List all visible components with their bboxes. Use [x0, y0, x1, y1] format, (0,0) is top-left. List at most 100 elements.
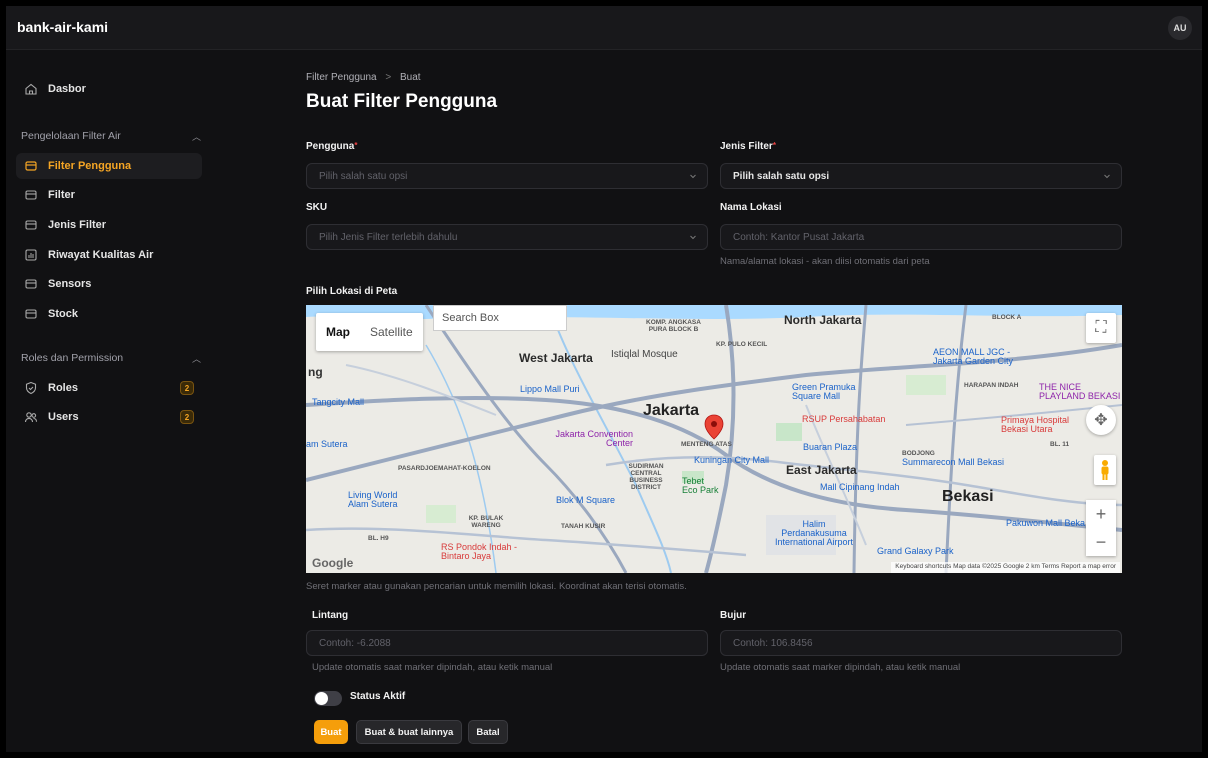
map-label-istiqlal: Istiqlal Mosque: [611, 349, 678, 360]
sidebar-item-roles[interactable]: Roles 2: [16, 375, 202, 401]
nama-lokasi-hint: Nama/alamat lokasi - akan diisi otomatis…: [720, 256, 930, 267]
sidebar-item-label: Users: [48, 411, 79, 423]
map-label-bekasi: Bekasi: [942, 488, 994, 505]
map-hint: Seret marker atau gunakan pencarian untu…: [306, 581, 687, 592]
map-label-pondok-indah: RS Pondok Indah - Bintaro Jaya: [441, 542, 518, 561]
map-label-west-jakarta: West Jakarta: [519, 351, 593, 365]
status-aktif-toggle[interactable]: [314, 691, 342, 706]
bar-chart-icon: [24, 248, 38, 262]
map-label-komp: KOMP. ANGKASA PURA BLOCK B: [646, 319, 701, 333]
count-badge: 2: [180, 381, 194, 395]
pegman-icon[interactable]: [1094, 455, 1116, 485]
shield-check-icon: [24, 381, 38, 395]
map-label-kp-pulo: KP. PULO KECIL: [716, 341, 768, 348]
camera-control-icon[interactable]: ✥: [1086, 405, 1116, 435]
sidebar-item-filter[interactable]: Filter: [16, 182, 202, 208]
nama-lokasi-label: Nama Lokasi: [720, 202, 782, 213]
location-map[interactable]: Jakarta North Jakarta West Jakarta East …: [306, 305, 1122, 573]
chevron-up-icon: ︿: [191, 132, 201, 142]
map-label-harapan: HARAPAN INDAH: [964, 382, 1019, 389]
sidebar-item-label: Stock: [48, 308, 78, 320]
map-label-halim: Halim Perdanakusuma International Airpor…: [774, 519, 854, 547]
map-search-input[interactable]: Search Box: [433, 305, 567, 331]
chevron-down-icon: [690, 174, 696, 179]
zoom-out-icon[interactable]: −: [1086, 528, 1116, 556]
count-badge: 2: [180, 410, 194, 424]
map-label-east-jakarta: East Jakarta: [786, 463, 857, 477]
map-label-bl11: BL. 11: [1050, 441, 1070, 448]
bujur-input[interactable]: Contoh: 106.8456: [720, 630, 1122, 656]
map-label-north-jakarta: North Jakarta: [784, 313, 862, 327]
pengguna-select[interactable]: Pilih salah satu opsi: [306, 163, 708, 189]
sidebar-item-filter-pengguna[interactable]: Filter Pengguna: [16, 153, 202, 179]
sidebar-item-dasbor[interactable]: Dasbor: [16, 76, 202, 102]
breadcrumb-parent[interactable]: Filter Pengguna: [306, 72, 377, 83]
map-label-menteng: MENTENG ATAS: [681, 441, 732, 448]
breadcrumb-current: Buat: [400, 72, 421, 83]
map-label-aeon: AEON MALL JGC - Jakarta Garden City: [933, 347, 1014, 366]
sidebar-group-roles-permission[interactable]: Roles dan Permission ︿: [21, 352, 201, 364]
map-label-tangcity: Tangcity Mall: [312, 397, 365, 407]
sidebar-item-label: Jenis Filter: [48, 219, 107, 231]
google-logo: Google: [312, 556, 354, 570]
sidebar-item-sensors[interactable]: Sensors: [16, 271, 202, 297]
label-text: Pengguna: [306, 141, 355, 152]
required-asterisk: *: [772, 141, 776, 150]
map-label-lippo: Lippo Mall Puri: [520, 384, 580, 394]
chevron-down-icon: [690, 235, 696, 240]
map-label-buaran: Buaran Plaza: [803, 442, 858, 452]
sidebar-group-filter-air[interactable]: Pengelolaan Filter Air ︿: [21, 130, 201, 142]
sidebar-item-riwayat-kualitas-air[interactable]: Riwayat Kualitas Air: [16, 242, 202, 268]
map-tab-map[interactable]: Map: [316, 313, 360, 351]
jenis-filter-select[interactable]: Pilih salah satu opsi: [720, 163, 1122, 189]
chevron-up-icon: ︿: [191, 354, 201, 364]
nama-lokasi-input[interactable]: Contoh: Kantor Pusat Jakarta: [720, 224, 1122, 250]
sidebar-item-label: Filter Pengguna: [48, 160, 132, 172]
status-aktif-label: Status Aktif: [350, 691, 406, 702]
home-icon: [24, 82, 38, 96]
lintang-label: Lintang: [312, 610, 349, 621]
app-window: bank-air-kami AU Dasbor Pengelolaan Filt…: [6, 6, 1202, 752]
sidebar-item-label: Dasbor: [48, 83, 86, 95]
cancel-button[interactable]: Batal: [468, 720, 508, 744]
create-another-button[interactable]: Buat & buat lainnya: [356, 720, 462, 744]
sidebar-item-jenis-filter[interactable]: Jenis Filter: [16, 212, 202, 238]
map-label-summarecon: Summarecon Mall Bekasi: [902, 457, 1005, 467]
sidebar-item-users[interactable]: Users 2: [16, 404, 202, 430]
box-icon: [24, 159, 38, 173]
lintang-input[interactable]: Contoh: -6.2088: [306, 630, 708, 656]
input-placeholder: Contoh: -6.2088: [319, 637, 391, 649]
brand-logo[interactable]: bank-air-kami: [17, 19, 108, 35]
lintang-hint: Update otomatis saat marker dipindah, at…: [312, 662, 553, 673]
map-tab-satellite[interactable]: Satellite: [360, 313, 423, 351]
map-label-tanah-kusir: TANAH KUSIR: [561, 523, 606, 530]
avatar[interactable]: AU: [1168, 16, 1192, 40]
map-attribution[interactable]: Keyboard shortcuts Map data ©2025 Google…: [891, 562, 1120, 573]
select-value: Pilih salah satu opsi: [733, 170, 830, 182]
jenis-filter-label: Jenis Filter*: [720, 141, 776, 152]
fullscreen-icon[interactable]: ⛶: [1086, 313, 1116, 343]
map-label-pasar: PASARDJOEMAHAT-KOELON: [398, 465, 491, 472]
map-label-ng: ng: [308, 365, 323, 379]
label-text: Jenis Filter: [720, 141, 773, 152]
sidebar-item-label: Filter: [48, 189, 75, 201]
map-label-green-pramuka: Green Pramuka Square Mall: [792, 382, 856, 401]
breadcrumb-separator: >: [385, 72, 392, 83]
sidebar-item-label: Sensors: [48, 278, 92, 290]
breadcrumb: Filter Pengguna > Buat: [306, 72, 421, 83]
sidebar-item-stock[interactable]: Stock: [16, 301, 202, 327]
box-icon: [24, 307, 38, 321]
map-label-cipinang: Mall Cipinang Indah: [820, 482, 900, 492]
toggle-knob: [315, 692, 328, 705]
map-label-pakuwon: Pakuwon Mall Beka: [1006, 518, 1086, 528]
select-placeholder: Pilih salah satu opsi: [319, 170, 408, 182]
sku-select[interactable]: Pilih Jenis Filter terlebih dahulu: [306, 224, 708, 250]
map-label-rsup: RSUP Persahabatan: [802, 414, 886, 424]
required-asterisk: *: [354, 141, 358, 150]
page-title: Buat Filter Pengguna: [306, 91, 498, 112]
map-label-grand-galaxy: Grand Galaxy Park: [877, 546, 954, 556]
input-placeholder: Contoh: 106.8456: [733, 637, 813, 649]
sidebar: Dasbor Pengelolaan Filter Air ︿ Filter P…: [6, 50, 216, 752]
create-button[interactable]: Buat: [314, 720, 348, 744]
zoom-in-icon[interactable]: +: [1086, 500, 1116, 528]
